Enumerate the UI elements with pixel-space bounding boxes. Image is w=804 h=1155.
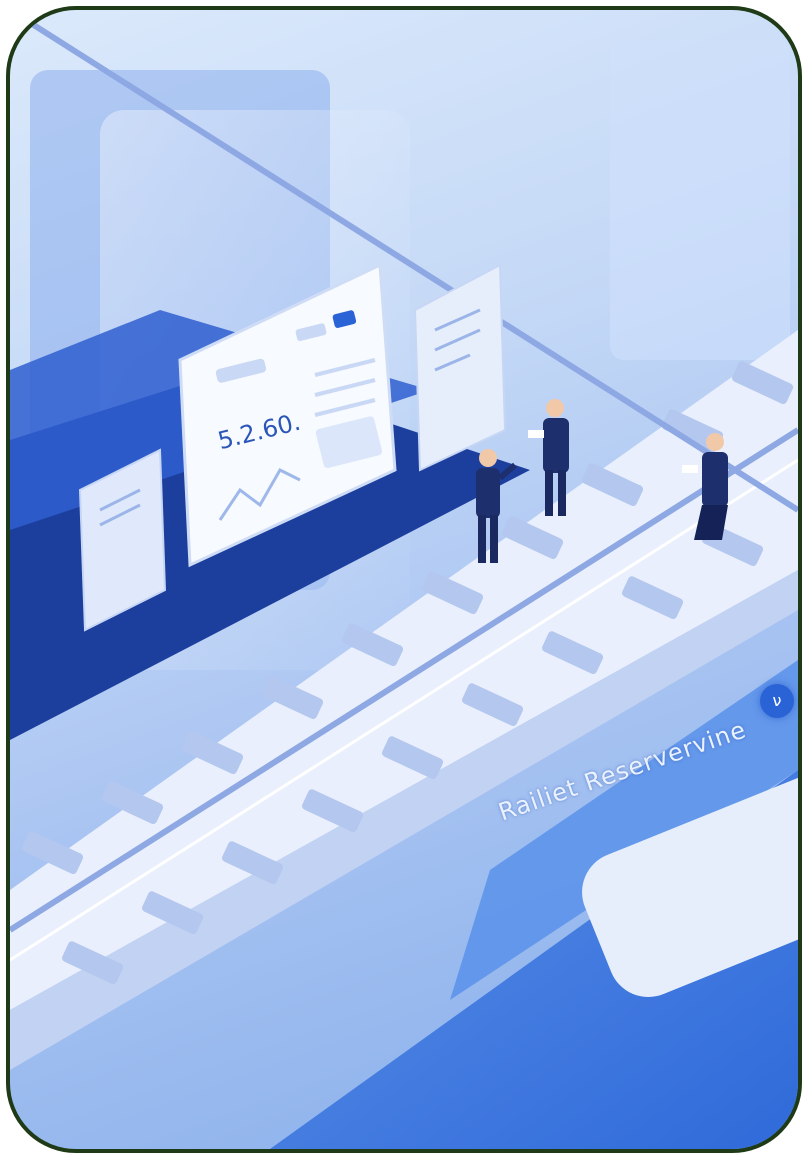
background-glass-panel bbox=[610, 40, 790, 360]
person-holding-tablet bbox=[528, 399, 569, 516]
railway-illustration bbox=[10, 10, 798, 1149]
badge-icon: ν bbox=[760, 684, 794, 718]
illustration-frame: 5.2.60. Railiet Reservervine ν bbox=[6, 6, 802, 1153]
side-panel-right bbox=[413, 263, 507, 472]
